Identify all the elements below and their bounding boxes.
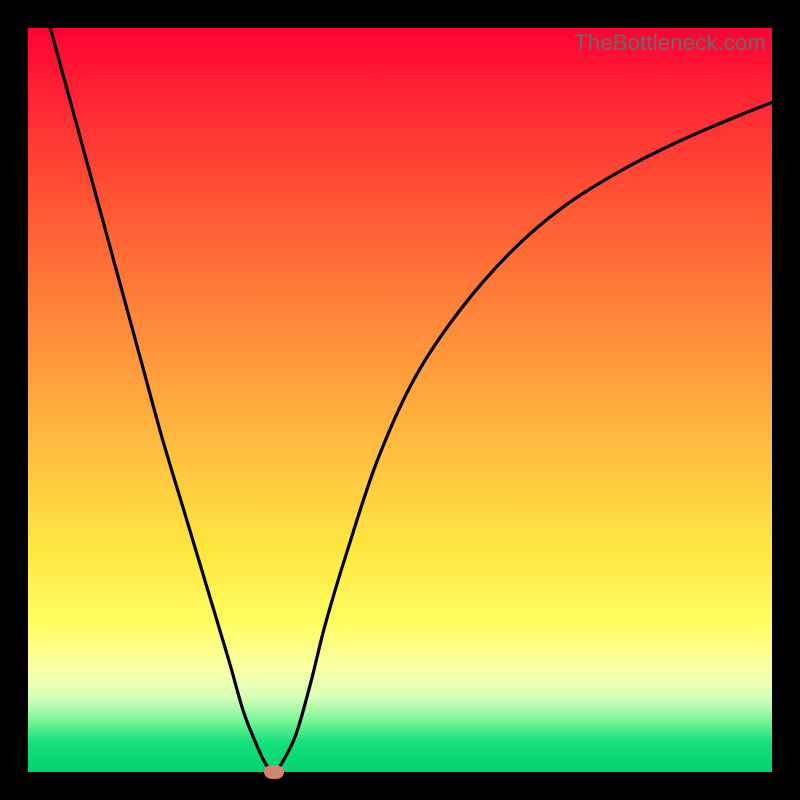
bottleneck-curve (28, 28, 772, 772)
watermark-text: TheBottleneck.com (574, 30, 766, 56)
optimum-marker (264, 765, 284, 779)
plot-area: TheBottleneck.com (28, 28, 772, 772)
chart-frame: TheBottleneck.com (0, 0, 800, 800)
